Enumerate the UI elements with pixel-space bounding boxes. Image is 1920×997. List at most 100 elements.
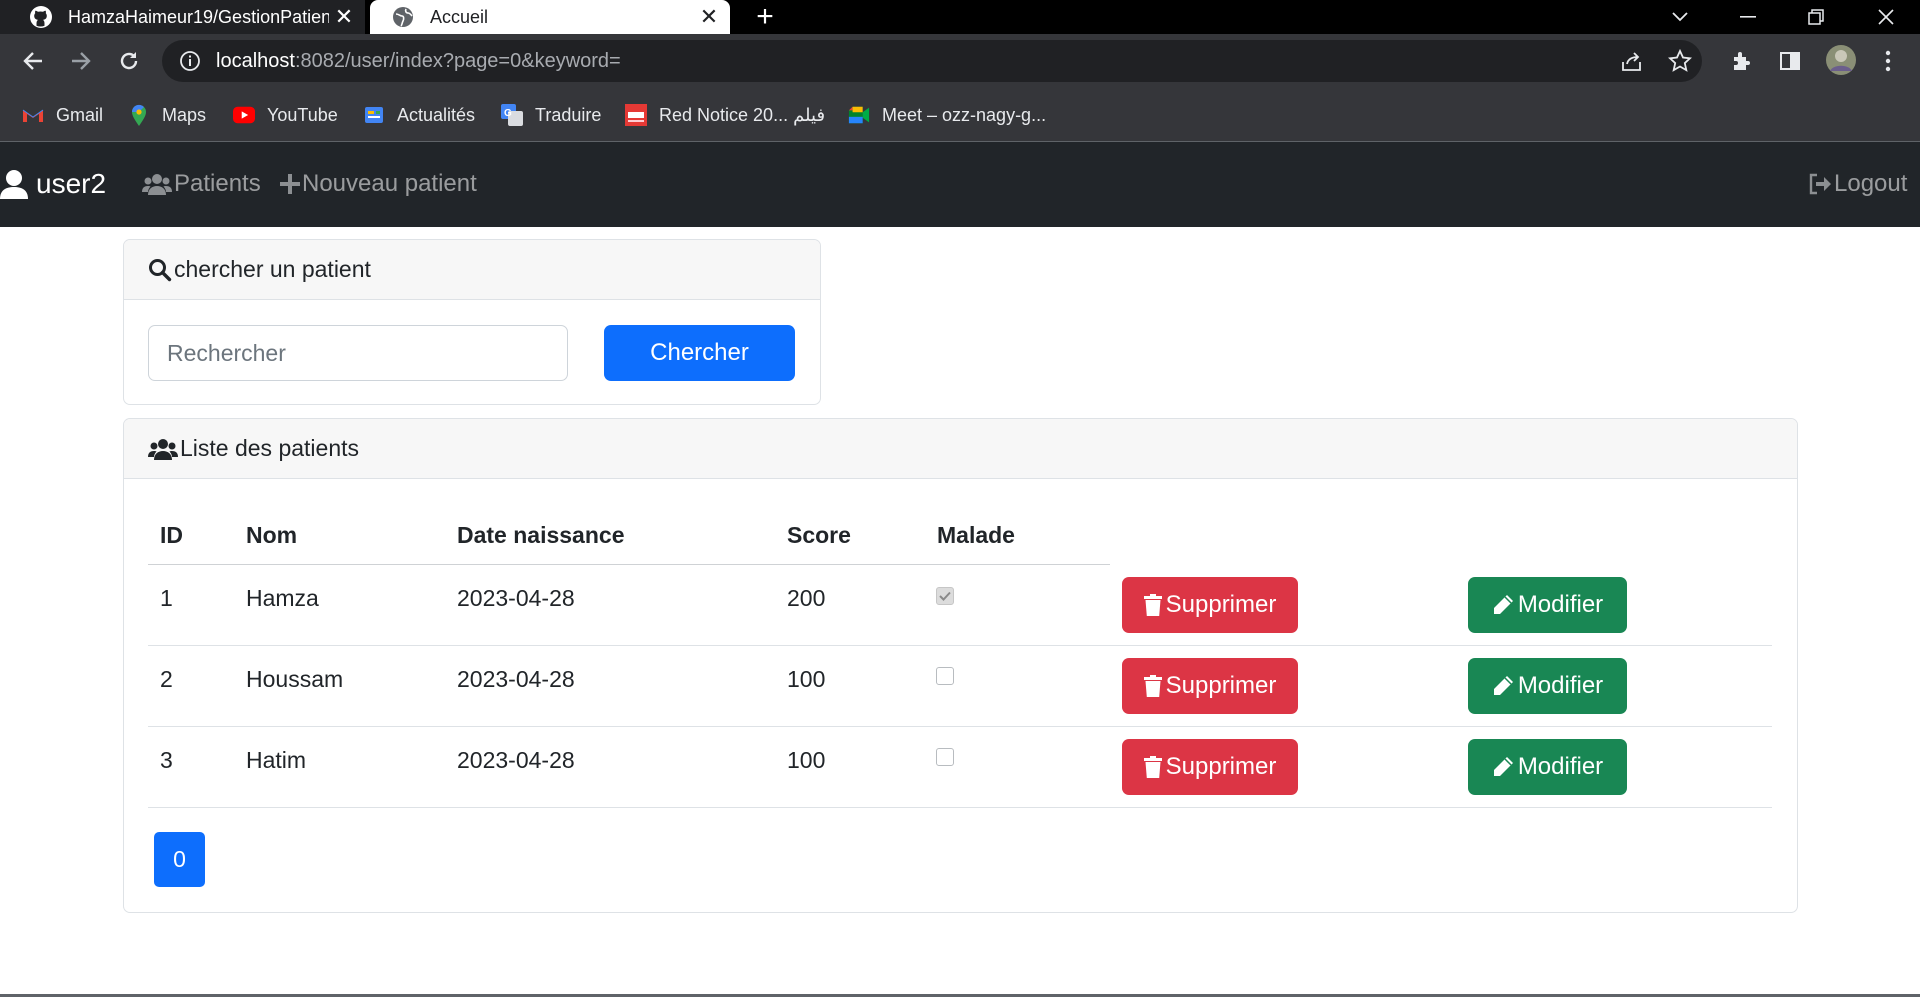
nav-new-patient-label: Nouveau patient [302, 170, 477, 197]
address-bar[interactable]: localhost:8082/user/index?page=0&keyword… [162, 40, 1702, 82]
pencil-icon [1492, 594, 1514, 616]
restore-icon[interactable] [1788, 0, 1844, 34]
back-icon[interactable] [14, 42, 52, 80]
delete-button[interactable]: Supprimer [1122, 577, 1298, 633]
tab-title: HamzaHaimeur19/GestionPatients [68, 6, 329, 27]
delete-label: Supprimer [1165, 672, 1277, 699]
cell-id: 2 [160, 666, 173, 692]
youtube-icon [233, 104, 255, 126]
column-header-malade: Malade [937, 522, 1015, 548]
app-navbar: user2 Patients Nouveau patient Logout [0, 142, 1920, 227]
row-divider [148, 807, 1772, 808]
menu-kebab-icon[interactable] [1874, 47, 1902, 75]
cell-id: 1 [160, 585, 173, 611]
bookmark-gmail[interactable]: Gmail [22, 100, 103, 130]
bookmark-meet[interactable]: Meet – ozz-nagy-g... [848, 100, 1046, 130]
delete-button[interactable]: Supprimer [1122, 739, 1298, 795]
bookmark-label: Maps [162, 104, 207, 125]
cell-id: 3 [160, 747, 173, 773]
browser-toolbar: localhost:8082/user/index?page=0&keyword… [0, 34, 1920, 88]
globe-icon [390, 4, 416, 30]
search-input[interactable] [148, 325, 568, 381]
translate-icon: G [501, 104, 523, 126]
forward-icon[interactable] [62, 42, 100, 80]
bookmark-label: Meet – ozz-nagy-g... [882, 104, 1047, 125]
browser-tab-bar: HamzaHaimeur19/GestionPatients ✕ Accueil… [0, 0, 1920, 34]
svg-text:G: G [504, 108, 512, 119]
edit-label: Modifier [1517, 591, 1604, 618]
bookmark-red-notice[interactable]: Red Notice 20... فيلم [625, 100, 825, 130]
meet-icon [848, 104, 870, 126]
bookmark-label: Traduire [535, 104, 602, 125]
share-icon[interactable] [1618, 47, 1646, 75]
list-card-header: Liste des patients [124, 419, 1797, 479]
search-icon [148, 258, 172, 282]
delete-button[interactable]: Supprimer [1122, 658, 1298, 714]
malade-checkbox[interactable] [936, 748, 954, 766]
bookmark-youtube[interactable]: YouTube [233, 100, 338, 130]
side-panel-icon[interactable] [1776, 47, 1804, 75]
close-window-icon[interactable] [1858, 0, 1914, 34]
search-card-title: chercher un patient [174, 256, 371, 282]
cell-nom: Houssam [246, 666, 344, 692]
bookmark-label: Actualités [397, 104, 476, 125]
minimize-icon[interactable] [1720, 0, 1776, 34]
site-info-icon[interactable] [176, 47, 204, 75]
cell-score: 100 [787, 666, 826, 692]
cell-nom: Hatim [246, 747, 307, 773]
search-button[interactable]: Chercher [604, 325, 795, 381]
bookmark-star-icon[interactable] [1666, 47, 1694, 75]
username: user2 [36, 168, 107, 199]
search-card-header: chercher un patient [124, 240, 820, 300]
bookmark-maps[interactable]: Maps [128, 100, 206, 130]
bookmark-traduire[interactable]: G Traduire [501, 100, 601, 130]
close-tab-icon[interactable]: ✕ [329, 2, 359, 32]
gmail-icon [22, 104, 44, 126]
nav-new-patient[interactable]: Nouveau patient [280, 164, 477, 204]
cell-score: 200 [787, 585, 826, 611]
pencil-icon [1492, 675, 1514, 697]
list-card-title: Liste des patients [180, 435, 360, 461]
url-path: :8082/user/index?page=0&keyword= [294, 49, 621, 72]
column-header-nom: Nom [246, 522, 298, 548]
users-icon [142, 173, 172, 195]
extensions-icon[interactable] [1728, 47, 1756, 75]
close-tab-icon[interactable]: ✕ [694, 2, 724, 32]
users-icon [148, 438, 178, 460]
bookmark-actualites[interactable]: Actualités [363, 100, 475, 130]
nav-patients-label: Patients [174, 170, 261, 197]
malade-checkbox-checked[interactable] [936, 587, 954, 605]
tab-github[interactable]: HamzaHaimeur19/GestionPatients ✕ [0, 0, 365, 34]
tab-accueil[interactable]: Accueil ✕ [370, 0, 730, 34]
bookmarks-bar: Gmail Maps YouTube Actualités G Traduire… [0, 88, 1920, 142]
malade-checkbox[interactable] [936, 667, 954, 685]
row-divider [148, 726, 1772, 727]
pencil-icon [1492, 756, 1514, 778]
delete-label: Supprimer [1165, 591, 1277, 618]
trash-icon [1143, 594, 1162, 616]
cell-score: 100 [787, 747, 826, 773]
bookmark-label: YouTube [267, 104, 338, 125]
column-header-score: Score [787, 522, 851, 548]
cell-date: 2023-04-28 [457, 747, 575, 773]
delete-label: Supprimer [1165, 753, 1277, 780]
pagination-page-0[interactable]: 0 [154, 832, 205, 887]
new-tab-icon[interactable]: + [748, 0, 782, 34]
logout-link[interactable]: Logout [1808, 164, 1907, 204]
tab-search-icon[interactable] [1652, 0, 1708, 34]
nav-patients[interactable]: Patients [142, 164, 261, 204]
logout-icon [1808, 173, 1832, 195]
edit-button[interactable]: Modifier [1468, 658, 1627, 714]
table-header-divider [148, 564, 1110, 565]
url-host: localhost [216, 49, 295, 72]
edit-button[interactable]: Modifier [1468, 739, 1627, 795]
profile-avatar[interactable] [1824, 43, 1858, 77]
logout-label: Logout [1834, 170, 1908, 197]
reload-icon[interactable] [110, 42, 148, 80]
bookmark-label: Red Notice 20... فيلم [659, 104, 826, 125]
cell-date: 2023-04-28 [457, 666, 575, 692]
edit-label: Modifier [1517, 753, 1604, 780]
edit-button[interactable]: Modifier [1468, 577, 1627, 633]
user-menu[interactable]: user2 [0, 164, 106, 204]
user-icon [0, 169, 28, 199]
